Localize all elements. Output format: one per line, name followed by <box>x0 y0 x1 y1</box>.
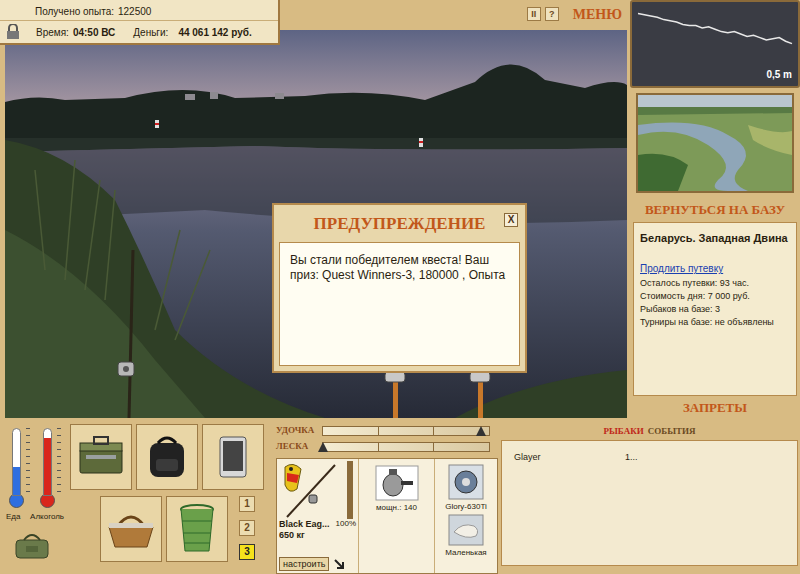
line-tension-track <box>322 442 490 452</box>
detail-line: Стоимость дня: 7 000 руб. <box>640 290 790 303</box>
experience-value: 122500 <box>118 4 151 20</box>
location-name: Беларусь. Западная Двина <box>640 231 790 245</box>
reel-cell[interactable]: мощн.: 140 <box>359 459 435 573</box>
fisher-row[interactable]: Glayer 1... <box>514 451 785 463</box>
tablet-icon <box>218 435 248 479</box>
rod-lure-icon <box>279 461 339 519</box>
rod-icon[interactable] <box>118 250 134 418</box>
fisher-name: Glayer <box>514 451 625 463</box>
time-label: Время: <box>36 25 69 40</box>
keepnet-button[interactable] <box>166 496 228 562</box>
line-spool-icon[interactable] <box>448 464 484 500</box>
rod-slot-button[interactable]: 1 <box>239 496 255 512</box>
rod-holder-icon[interactable] <box>385 372 405 418</box>
rod-name: Black Eag... <box>279 519 330 530</box>
info-panel: Получено опыта: 122500 Время: 04:50 ВС Д… <box>0 0 280 45</box>
bag-icon[interactable] <box>14 532 50 560</box>
extend-link[interactable]: Продлить путевку <box>640 261 790 276</box>
basket-button[interactable] <box>100 496 162 562</box>
location-photo <box>636 93 794 193</box>
backpack-icon <box>142 433 192 481</box>
depth-reading: 0,5 m <box>766 67 792 82</box>
line-tension-marker <box>318 442 328 452</box>
tackle-box-icon <box>76 435 126 479</box>
rod-weight: 650 кг <box>279 530 330 541</box>
location-info: Беларусь. Западная Двина Продлить путевк… <box>633 222 797 396</box>
setup-button[interactable]: настроить <box>279 557 329 571</box>
keepnet-icon <box>177 503 217 555</box>
time-value: 04:50 ВС <box>73 25 115 40</box>
warning-dialog: ПРЕДУПРЕЖДЕНИЕ X Вы стали победителем кв… <box>272 203 527 373</box>
device-button[interactable] <box>202 424 264 490</box>
menu-button[interactable]: МЕНЮ <box>573 7 622 22</box>
rod-tension-marker <box>476 426 486 436</box>
fishers-list: Glayer 1... <box>501 440 798 566</box>
help-button[interactable]: ? <box>545 7 559 21</box>
rod-condition: 100% <box>336 519 356 529</box>
rod-slot-button[interactable]: 2 <box>239 520 255 536</box>
arrow-icon[interactable] <box>333 558 345 570</box>
tackle-panel: Black Eag... 650 кг 100% настроить мощн.… <box>276 458 498 574</box>
money-label: Деньги: <box>133 25 168 40</box>
rod-tension-label: УДОЧКА <box>276 424 322 438</box>
experience-label: Получено опыта: <box>35 4 114 20</box>
backpack-button[interactable] <box>136 424 198 490</box>
detail-line: Рыбаков на базе: 3 <box>640 303 790 316</box>
close-button[interactable]: X <box>504 213 518 227</box>
bans-button[interactable]: ЗАПРЕТЫ <box>630 396 800 420</box>
detail-line: Осталось путевки: 93 час. <box>640 277 790 290</box>
river-photo-icon <box>638 95 792 191</box>
events-tab[interactable]: СОБЫТИЯ <box>648 425 696 439</box>
depth-map: 0,5 m <box>630 0 800 88</box>
fishing-scene[interactable]: ПРЕДУПРЕЖДЕНИЕ X Вы стали победителем кв… <box>5 30 627 418</box>
alcohol-thermometer <box>40 428 61 512</box>
basket-icon <box>105 507 157 551</box>
money-value: 44 061 142 руб. <box>178 25 251 40</box>
detail-line: Турниры на базе: не объявлены <box>640 316 790 329</box>
rod-holder-icon[interactable] <box>470 372 490 418</box>
rod-cell[interactable]: Black Eag... 650 кг 100% настроить <box>277 459 359 573</box>
lock-icon[interactable] <box>6 24 20 40</box>
reel-power: мощн.: 140 <box>376 503 417 513</box>
food-fill <box>13 467 20 495</box>
events-panel: РЫБАКИ СОБЫТИЯ Glayer 1... <box>501 424 798 574</box>
tackle-box-button[interactable] <box>70 424 132 490</box>
bait-name: Маленькая <box>445 548 486 558</box>
bait-icon[interactable] <box>448 514 484 546</box>
fishers-tab[interactable]: РЫБАКИ <box>604 425 644 439</box>
dialog-title: ПРЕДУПРЕЖДЕНИЕ <box>314 211 486 237</box>
depth-line <box>638 14 792 44</box>
fisher-value: 1... <box>625 451 638 463</box>
line-name: Glory-630Ti <box>445 502 487 512</box>
pause-button[interactable]: II <box>527 7 541 21</box>
alcohol-label: Алкоголь <box>30 512 64 522</box>
dialog-message: Вы стали победителем квеста! Ваш приз: Q… <box>279 242 520 366</box>
rod-condition-track <box>347 461 353 519</box>
line-tension-label: ЛЕСКА <box>276 440 322 454</box>
rod-slot-button[interactable]: 3 <box>239 544 255 560</box>
rod-condition-fill <box>348 462 352 518</box>
food-label: Еда <box>6 512 20 522</box>
alcohol-fill <box>44 438 51 495</box>
rod-tension-track <box>322 426 490 436</box>
return-to-base-button[interactable]: ВЕРНУТЬСЯ НА БАЗУ <box>630 198 800 222</box>
food-thermometer <box>9 428 30 512</box>
reel-icon <box>375 465 419 501</box>
